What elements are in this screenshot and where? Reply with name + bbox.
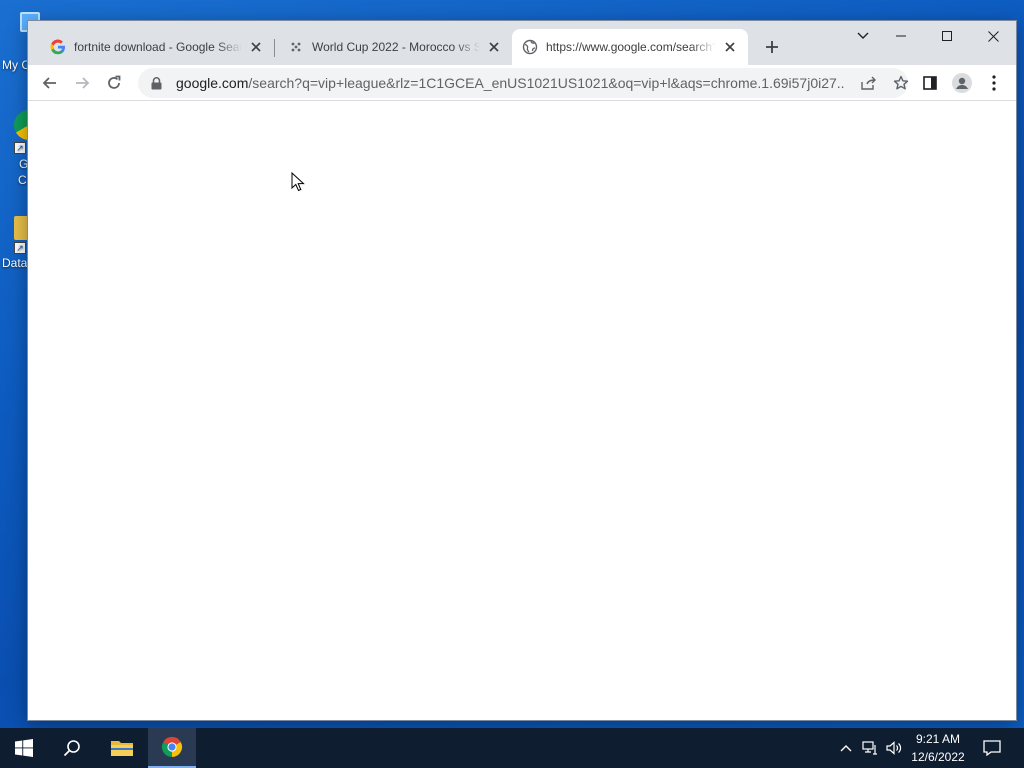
browser-toolbar: google.com/search?q=vip+league&rlz=1C1GC…	[28, 65, 1016, 101]
taskbar-clock[interactable]: 9:21 AM 12/6/2022	[906, 728, 970, 768]
page-content	[28, 101, 1016, 720]
tab-title: World Cup 2022 - Morocco vs Spain	[312, 40, 480, 54]
minimize-button[interactable]	[878, 21, 924, 51]
desktop-icon-label: My C	[2, 58, 30, 72]
tab-google-search-active[interactable]: https://www.google.com/search?q=vip+leag…	[512, 29, 748, 65]
clock-date: 12/6/2022	[911, 750, 965, 764]
mouse-cursor-icon	[291, 172, 305, 192]
chrome-icon	[161, 736, 183, 758]
windows-logo-icon	[15, 739, 33, 757]
file-explorer-taskbar-button[interactable]	[98, 728, 146, 768]
back-button[interactable]	[35, 68, 65, 98]
lock-icon[interactable]	[150, 76, 162, 90]
chevron-down-icon	[857, 32, 869, 39]
start-button[interactable]	[0, 728, 48, 768]
chrome-window: fortnite download - Google Search World …	[27, 20, 1017, 721]
notification-icon	[983, 740, 1001, 756]
tab-fortnite-download[interactable]: fortnite download - Google Search	[40, 29, 274, 65]
maximize-icon	[942, 31, 952, 41]
close-tab-icon[interactable]	[248, 39, 264, 55]
close-window-button[interactable]	[970, 21, 1016, 51]
taskbar-search-button[interactable]	[48, 728, 96, 768]
new-tab-button[interactable]	[760, 35, 784, 59]
tab-world-cup[interactable]: World Cup 2022 - Morocco vs Spain	[278, 29, 512, 65]
bookmark-star-button[interactable]	[886, 68, 916, 98]
close-icon	[987, 30, 999, 42]
url-host: google.com	[176, 75, 249, 91]
url-path: /search?q=vip+league&rlz=1C1GCEA_enUS102…	[248, 75, 844, 91]
star-icon	[893, 75, 909, 90]
google-g-icon	[50, 39, 66, 55]
shortcut-arrow-icon: ↗	[14, 142, 26, 154]
action-center-button[interactable]	[970, 728, 1014, 768]
reload-button[interactable]	[99, 68, 129, 98]
profile-button[interactable]	[947, 68, 977, 98]
tab-title: fortnite download - Google Search	[74, 40, 242, 54]
network-icon	[862, 741, 877, 755]
tab-title: https://www.google.com/search?q=vip+leag…	[546, 40, 716, 54]
taskbar: 9:21 AM 12/6/2022	[0, 728, 1024, 768]
url-text: google.com/search?q=vip+league&rlz=1C1GC…	[176, 75, 844, 91]
chevron-up-icon	[840, 745, 852, 752]
globe-icon	[522, 39, 538, 55]
desktop-icon-label: Data	[2, 256, 28, 270]
arrow-right-icon	[76, 77, 90, 89]
close-tab-icon[interactable]	[722, 39, 738, 55]
tab-strip: fortnite download - Google Search World …	[28, 21, 1016, 65]
side-panel-icon	[923, 76, 937, 90]
close-tab-icon[interactable]	[486, 39, 502, 55]
avatar-icon	[952, 73, 972, 93]
forward-button[interactable]	[67, 68, 97, 98]
shortcut-arrow-icon: ↗	[14, 242, 26, 254]
chrome-taskbar-button[interactable]	[148, 728, 196, 768]
share-icon	[861, 76, 876, 90]
clock-time: 9:21 AM	[915, 732, 961, 746]
maximize-button[interactable]	[924, 21, 970, 51]
kebab-menu-icon	[992, 75, 996, 91]
tab-separator	[274, 39, 275, 57]
reload-icon	[108, 75, 121, 89]
chrome-menu-button[interactable]	[979, 68, 1009, 98]
show-hidden-icons-button[interactable]	[834, 728, 858, 768]
address-bar[interactable]: google.com/search?q=vip+league&rlz=1C1GC…	[138, 68, 909, 98]
folder-icon	[111, 741, 133, 756]
dots-icon	[288, 39, 304, 55]
plus-icon	[766, 41, 778, 53]
search-icon	[63, 740, 80, 757]
share-button[interactable]	[854, 68, 884, 98]
minimize-icon	[896, 35, 906, 37]
volume-button[interactable]	[882, 728, 906, 768]
side-panel-button[interactable]	[915, 68, 945, 98]
network-button[interactable]	[858, 728, 882, 768]
speaker-icon	[886, 741, 902, 755]
arrow-left-icon	[42, 77, 56, 89]
